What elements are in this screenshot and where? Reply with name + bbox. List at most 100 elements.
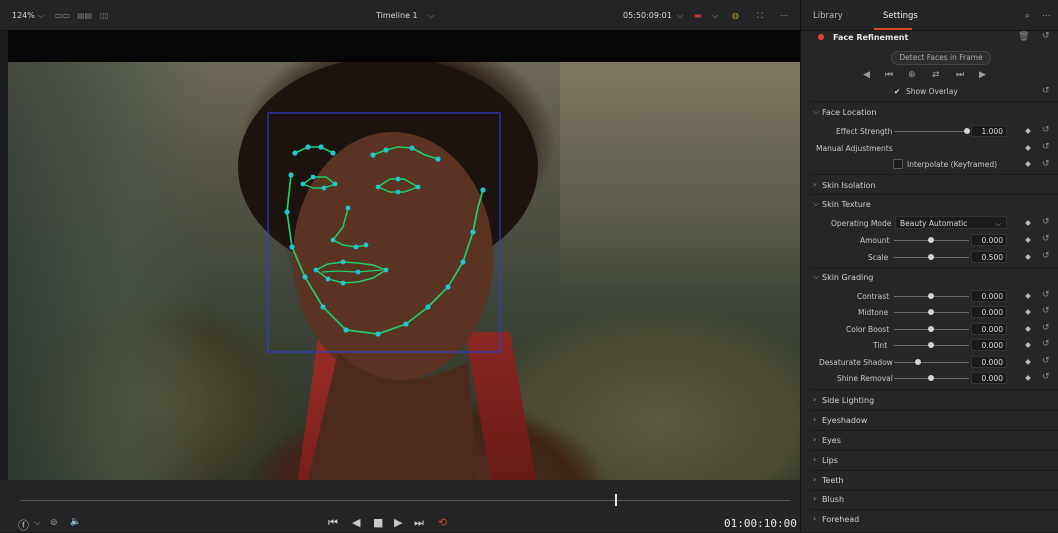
eyeshadow-header[interactable]: Eyeshadow xyxy=(822,416,867,425)
track-both-icon[interactable]: ⇄ xyxy=(932,70,940,80)
reset-icon[interactable]: ↺ xyxy=(1042,159,1050,169)
more-options-icon[interactable]: ⋯ xyxy=(1042,11,1051,21)
slider-knob[interactable] xyxy=(928,237,934,243)
reset-icon[interactable]: ↺ xyxy=(1042,251,1050,261)
fullscreen-icon[interactable]: ⛶ xyxy=(757,11,763,21)
skin-grading-header[interactable]: Skin Grading xyxy=(822,273,873,282)
chevron-right-icon[interactable]: › xyxy=(813,455,816,464)
forehead-header[interactable]: Forehead xyxy=(822,515,859,524)
stop-icon[interactable]: ■ xyxy=(373,516,383,529)
reset-icon[interactable]: ↺ xyxy=(1042,234,1050,244)
keyframe-icon[interactable] xyxy=(1025,145,1031,151)
step-forward-icon[interactable]: ⏭ xyxy=(956,70,964,80)
teeth-header[interactable]: Teeth xyxy=(822,476,844,485)
tab-library[interactable]: Library xyxy=(813,11,843,21)
chevron-down-icon[interactable]: ⌵ xyxy=(712,11,718,21)
zoom-level[interactable]: 124% xyxy=(12,11,35,20)
single-view-icon[interactable]: ▭▭ xyxy=(55,11,70,20)
chevron-down-icon[interactable]: ⌵ xyxy=(813,272,819,282)
slider-knob[interactable] xyxy=(928,309,934,315)
chevron-right-icon[interactable]: › xyxy=(813,475,816,484)
reset-icon[interactable]: ↺ xyxy=(1042,356,1050,366)
slider-knob[interactable] xyxy=(928,326,934,332)
chevron-right-icon[interactable]: › xyxy=(813,435,816,444)
chevron-right-icon[interactable]: › xyxy=(813,395,816,404)
chevron-right-icon[interactable]: › xyxy=(813,180,816,189)
loop-playback-icon[interactable]: ⟲ xyxy=(438,516,447,529)
slider-knob[interactable] xyxy=(964,128,970,134)
play-reverse-icon[interactable]: ◀ xyxy=(352,516,360,529)
chevron-down-icon[interactable]: ⌵ xyxy=(677,11,683,21)
previous-icon[interactable]: ◀ xyxy=(863,70,870,80)
chevron-down-icon[interactable]: ⌵ xyxy=(813,107,819,117)
amount-value[interactable]: 0.000 xyxy=(971,234,1007,246)
chevron-down-icon[interactable]: ⌵ xyxy=(34,518,41,528)
chevron-right-icon[interactable]: › xyxy=(813,415,816,424)
interpolate-label[interactable]: Interpolate (Keyframed) xyxy=(907,160,997,169)
reset-icon[interactable]: ↺ xyxy=(1042,125,1050,135)
chevron-right-icon[interactable]: › xyxy=(813,514,816,523)
scrubber-track[interactable] xyxy=(20,500,790,501)
blush-header[interactable]: Blush xyxy=(822,495,844,504)
slider-knob[interactable] xyxy=(928,254,934,260)
side-lighting-header[interactable]: Side Lighting xyxy=(822,396,874,405)
color-wheel-icon[interactable]: ◍ xyxy=(732,11,739,20)
slider-knob[interactable] xyxy=(915,359,921,365)
loop-icon[interactable]: ⊚ xyxy=(50,518,58,528)
track-frame-icon[interactable]: ⊕ xyxy=(908,70,916,80)
lips-header[interactable]: Lips xyxy=(822,456,838,465)
face-location-header[interactable]: Face Location xyxy=(822,108,876,117)
desaturate-shadow-value[interactable]: 0.000 xyxy=(971,356,1007,368)
checkmark-icon[interactable]: ✔ xyxy=(894,87,900,96)
slider-knob[interactable] xyxy=(928,342,934,348)
skin-isolation-header[interactable]: Skin Isolation xyxy=(822,181,875,190)
desaturate-shadow-slider[interactable] xyxy=(894,362,969,363)
color-boost-value[interactable]: 0.000 xyxy=(971,323,1007,335)
more-options-icon[interactable]: ⋯ xyxy=(780,11,788,20)
reset-icon[interactable]: ↺ xyxy=(1042,372,1050,382)
play-icon[interactable]: ▶ xyxy=(394,516,402,529)
dual-view-icon[interactable]: ▯▯ xyxy=(100,11,109,20)
step-back-icon[interactable]: ⏮ xyxy=(885,70,893,80)
reset-icon[interactable]: ↺ xyxy=(1042,217,1050,227)
midtone-value[interactable]: 0.000 xyxy=(971,306,1007,318)
reset-icon[interactable]: ↺ xyxy=(1042,86,1050,96)
eyes-header[interactable]: Eyes xyxy=(822,436,841,445)
timeline-title[interactable]: Timeline 1 xyxy=(376,11,418,20)
detect-faces-button[interactable]: Detect Faces in Frame xyxy=(891,51,991,65)
trash-icon[interactable]: 🗑 xyxy=(1018,32,1029,42)
shine-removal-value[interactable]: 0.000 xyxy=(971,372,1007,384)
reset-icon[interactable]: ↺ xyxy=(1042,306,1050,316)
slider-knob[interactable] xyxy=(928,375,934,381)
interpolate-checkbox[interactable] xyxy=(893,159,903,169)
effect-strength-value[interactable]: 1.000 xyxy=(971,125,1007,137)
chevron-down-icon[interactable]: ⌵ xyxy=(38,11,44,21)
skin-texture-header[interactable]: Skin Texture xyxy=(822,200,871,209)
reset-icon[interactable]: ↺ xyxy=(1042,323,1050,333)
keyframe-icon[interactable] xyxy=(1025,375,1031,381)
source-timecode[interactable]: 05:50:09:01 xyxy=(623,11,672,20)
keyframe-icon[interactable] xyxy=(1025,293,1031,299)
reset-icon[interactable]: ↺ xyxy=(1042,290,1050,300)
keyframe-icon[interactable] xyxy=(1025,128,1031,134)
tint-value[interactable]: 0.000 xyxy=(971,339,1007,351)
keyframe-icon[interactable] xyxy=(1025,309,1031,315)
fx-icon[interactable]: ⓕ xyxy=(18,517,29,533)
operating-mode-select[interactable]: Beauty Automatic ⌵ xyxy=(895,216,1007,229)
keyframe-icon[interactable] xyxy=(1025,254,1031,260)
keyframe-icon[interactable] xyxy=(1025,326,1031,332)
slider-knob[interactable] xyxy=(928,293,934,299)
video-frame[interactable] xyxy=(8,62,800,480)
contrast-value[interactable]: 0.000 xyxy=(971,290,1007,302)
next-icon[interactable]: ▶ xyxy=(979,70,986,80)
scale-value[interactable]: 0.500 xyxy=(971,251,1007,263)
reset-icon[interactable]: ↺ xyxy=(1042,31,1050,41)
keyframe-icon[interactable] xyxy=(1025,220,1031,226)
go-to-start-icon[interactable]: ⏮ xyxy=(328,516,338,530)
keyframe-icon[interactable] xyxy=(1025,342,1031,348)
show-overlay-label[interactable]: Show Overlay xyxy=(906,87,958,96)
reset-icon[interactable]: ↺ xyxy=(1042,339,1050,349)
clip-icon[interactable]: ▬ xyxy=(694,11,702,20)
go-to-end-icon[interactable]: ⏭ xyxy=(414,516,424,530)
keyframe-icon[interactable] xyxy=(1025,359,1031,365)
